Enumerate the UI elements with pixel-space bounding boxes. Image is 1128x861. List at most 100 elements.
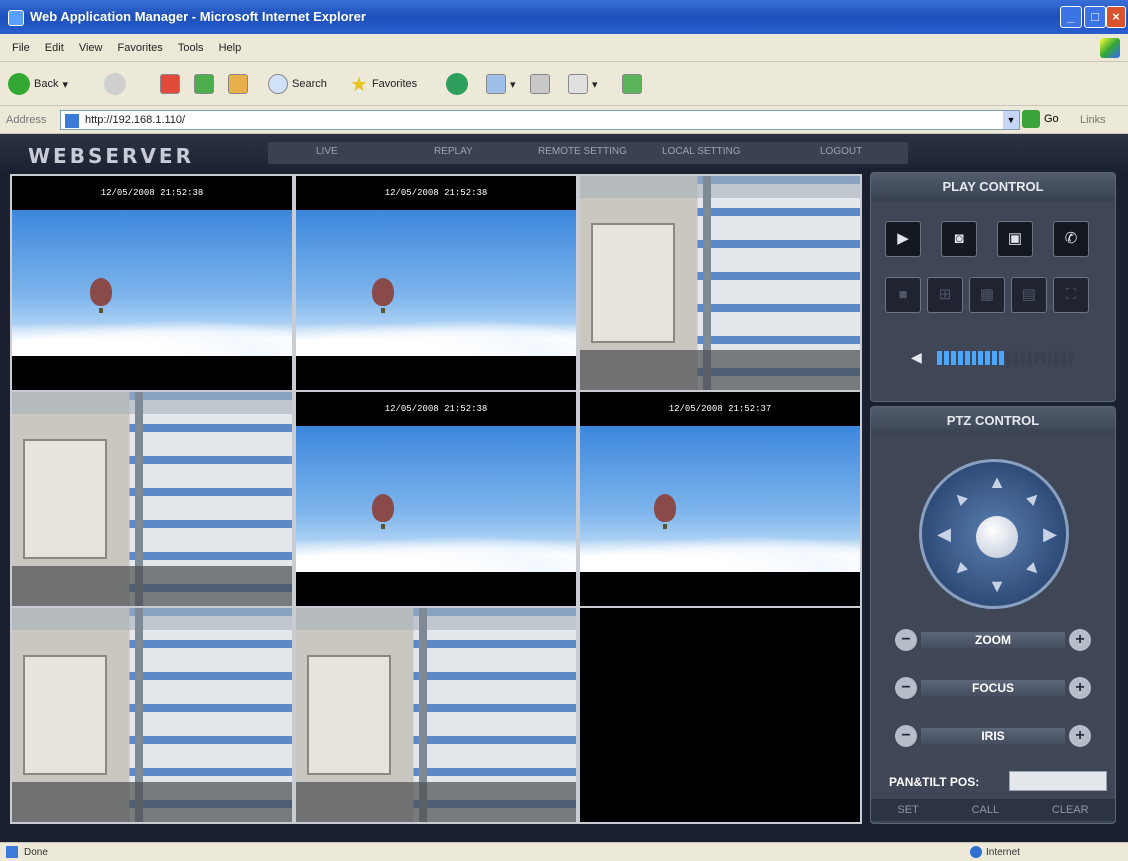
snapshot-camera-icon[interactable]: ◙	[941, 221, 977, 257]
iris-close-button[interactable]: −	[895, 725, 917, 747]
video-channel-6[interactable]: 12/05/2008 21:52:37	[580, 392, 860, 606]
video-channel-5[interactable]: 12/05/2008 21:52:38	[296, 392, 576, 606]
ptz-center-button[interactable]	[976, 516, 1018, 558]
edit-button[interactable]: ▾	[568, 72, 598, 96]
browser-toolbar: Back ▾ Search ★ Favorites ▾ ▾	[0, 62, 1128, 106]
internet-zone-icon	[970, 846, 982, 858]
links-button[interactable]: Links	[1080, 114, 1106, 126]
warehouse-view	[580, 176, 860, 390]
menu-edit[interactable]: Edit	[45, 42, 64, 54]
address-bar: Address http://192.168.1.110/ ▼ Go Links	[0, 106, 1128, 134]
go-label: Go	[1044, 113, 1059, 125]
sky-view	[580, 426, 860, 572]
channel-timestamp: 12/05/2008 21:52:38	[384, 188, 488, 198]
layout-9-icon[interactable]: ▦	[969, 277, 1005, 313]
play-icon[interactable]: ▶	[885, 221, 921, 257]
volume-segment	[1040, 351, 1046, 365]
video-channel-7[interactable]	[12, 608, 292, 822]
address-input[interactable]: http://192.168.1.110/ ▼	[60, 110, 1020, 130]
volume-segment	[999, 351, 1005, 365]
balloon	[372, 278, 394, 313]
forward-button[interactable]	[104, 72, 126, 96]
video-grid: 12/05/2008 21:52:38 12/05/2008 21:52:38 …	[10, 174, 862, 824]
pan-right-icon[interactable]: ▶	[1040, 524, 1060, 544]
nav-logout[interactable]: LOGOUT	[820, 146, 862, 157]
pan-down-left-icon[interactable]: ▲	[946, 556, 974, 584]
ptz-direction-pad: ▲ ▼ ◀ ▶ ▲ ▲ ▲ ▲	[919, 459, 1069, 609]
pan-up-icon[interactable]: ▲	[987, 472, 1007, 492]
refresh-button[interactable]	[194, 72, 214, 96]
zoom-out-button[interactable]: −	[895, 629, 917, 651]
search-icon	[268, 74, 288, 94]
favorites-button[interactable]: ★ Favorites	[350, 72, 417, 96]
menu-help[interactable]: Help	[219, 42, 242, 54]
video-channel-1[interactable]: 12/05/2008 21:52:38	[12, 176, 292, 390]
focus-near-button[interactable]: −	[895, 677, 917, 699]
address-label: Address	[6, 114, 47, 126]
volume-segment	[978, 351, 984, 365]
search-button[interactable]: Search	[268, 72, 327, 96]
edit-icon	[568, 74, 588, 94]
pan-left-icon[interactable]: ◀	[934, 524, 954, 544]
minimize-button[interactable]: _	[1060, 6, 1082, 28]
menu-tools[interactable]: Tools	[178, 42, 204, 54]
nav-live[interactable]: LIVE	[316, 146, 338, 157]
pan-down-icon[interactable]: ▼	[987, 576, 1007, 596]
talk-phone-icon[interactable]: ✆	[1053, 221, 1089, 257]
volume-segment	[992, 351, 998, 365]
preset-set-button[interactable]: SET	[897, 799, 918, 821]
layout-4-icon[interactable]: ⊞	[927, 277, 963, 313]
layout-16-icon[interactable]: ▤	[1011, 277, 1047, 313]
preset-clear-button[interactable]: CLEAR	[1052, 799, 1089, 821]
stop-button[interactable]	[160, 72, 180, 96]
menu-favorites[interactable]: Favorites	[118, 42, 163, 54]
ptz-control-title: PTZ CONTROL	[871, 407, 1115, 435]
print-button[interactable]	[530, 72, 550, 96]
nav-replay[interactable]: REPLAY	[434, 146, 473, 157]
pan-tilt-pos-input[interactable]	[1009, 771, 1107, 791]
menu-bar: File Edit View Favorites Tools Help	[0, 34, 1128, 62]
sky-view	[296, 426, 576, 572]
volume-slider[interactable]	[937, 351, 1074, 365]
balloon	[90, 278, 112, 313]
back-button[interactable]: Back ▾	[8, 72, 68, 96]
menu-file[interactable]: File	[12, 42, 30, 54]
maximize-button[interactable]: □	[1084, 6, 1106, 28]
volume-segment	[964, 351, 970, 365]
messenger-button[interactable]	[622, 72, 642, 96]
zoom-in-button[interactable]: +	[1069, 629, 1091, 651]
video-channel-9[interactable]	[580, 608, 860, 822]
iris-open-button[interactable]: +	[1069, 725, 1091, 747]
volume-segment	[1054, 351, 1060, 365]
fullscreen-icon[interactable]: ⛶	[1053, 277, 1089, 313]
iris-label: IRIS	[921, 728, 1065, 744]
video-channel-4[interactable]	[12, 392, 292, 606]
history-button[interactable]	[446, 72, 468, 96]
print-icon	[530, 74, 550, 94]
pan-up-right-icon[interactable]: ▲	[1020, 484, 1048, 512]
video-channel-8[interactable]	[296, 608, 576, 822]
volume-segment	[937, 351, 942, 365]
video-channel-2[interactable]: 12/05/2008 21:52:38	[296, 176, 576, 390]
preset-call-button[interactable]: CALL	[972, 799, 1000, 821]
nav-local-setting[interactable]: LOCAL SETTING	[662, 146, 741, 157]
preset-actions: SET CALL CLEAR	[871, 799, 1115, 821]
video-channel-3[interactable]	[580, 176, 860, 390]
nav-remote-setting[interactable]: REMOTE SETTING	[538, 146, 627, 157]
pan-down-right-icon[interactable]: ▲	[1020, 556, 1048, 584]
focus-far-button[interactable]: +	[1069, 677, 1091, 699]
close-button[interactable]: ×	[1106, 6, 1126, 28]
home-button[interactable]	[228, 72, 248, 96]
page-icon	[65, 114, 79, 128]
address-dropdown-icon[interactable]: ▼	[1003, 111, 1019, 129]
volume-segment	[1068, 351, 1074, 365]
layout-1-icon[interactable]: ■	[885, 277, 921, 313]
menu-view[interactable]: View	[79, 42, 103, 54]
go-button[interactable]: Go	[1022, 110, 1059, 128]
warehouse-view	[12, 608, 292, 822]
channel-timestamp: 12/05/2008 21:52:38	[384, 404, 488, 414]
pan-up-left-icon[interactable]: ▲	[946, 484, 974, 512]
mail-button[interactable]: ▾	[486, 72, 516, 96]
ptz-control-panel: PTZ CONTROL ▲ ▼ ◀ ▶ ▲ ▲ ▲ ▲ − ZOOM + − F…	[870, 406, 1116, 824]
record-icon[interactable]: ▣	[997, 221, 1033, 257]
